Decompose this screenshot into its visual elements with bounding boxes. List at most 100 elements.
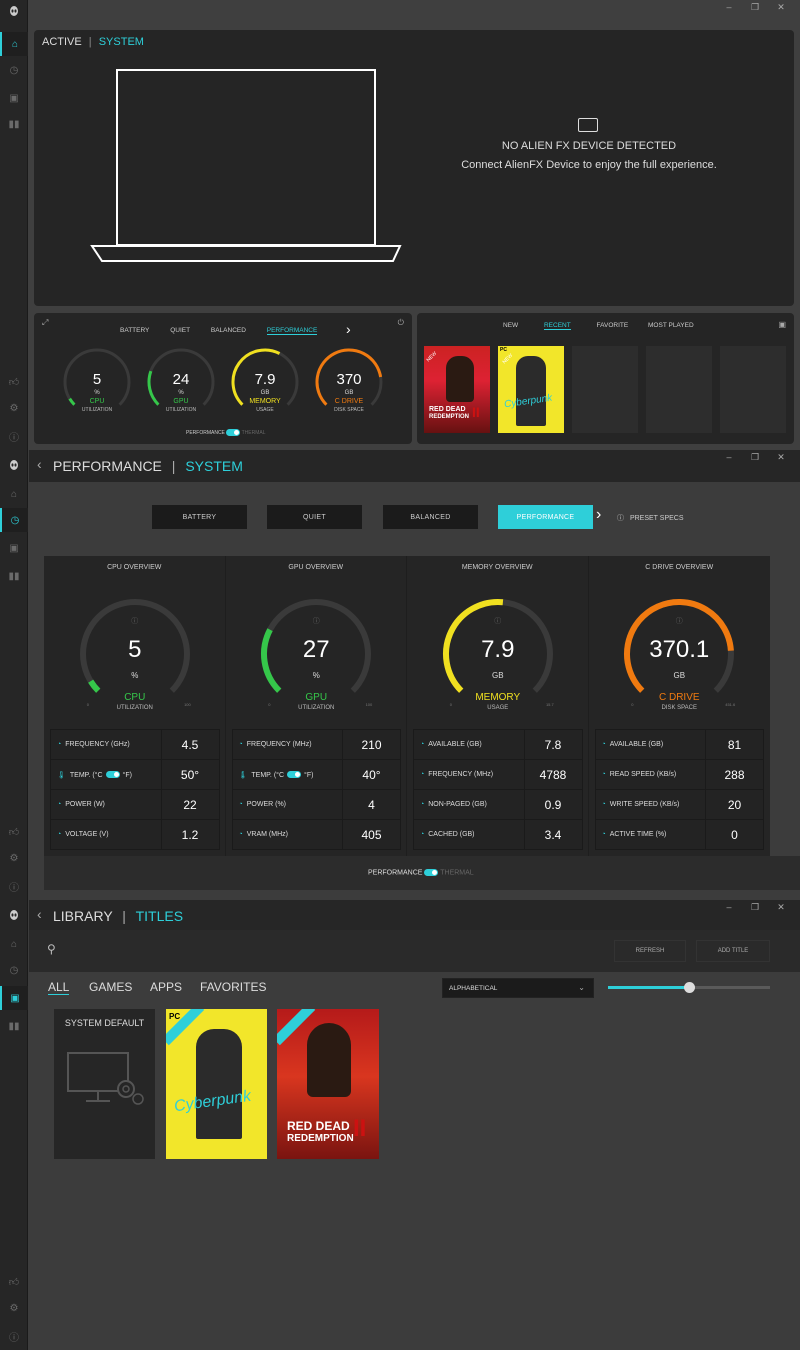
mode-performance-button[interactable]: PERFORMANCE bbox=[498, 505, 593, 529]
tab-new[interactable]: NEW bbox=[503, 322, 518, 329]
breadcrumb-performance[interactable]: PERFORMANCE bbox=[53, 458, 162, 474]
minimize-button[interactable]: – bbox=[724, 452, 734, 463]
tab-favorite[interactable]: FAVORITE bbox=[597, 322, 629, 329]
stat-icon: ◔ bbox=[420, 771, 425, 778]
gauge-name: CPU bbox=[124, 692, 146, 703]
power-icon[interactable]: ⏻ bbox=[398, 318, 404, 328]
cowboy-figure bbox=[446, 356, 474, 402]
library-icon[interactable]: ▣ bbox=[0, 86, 28, 110]
header-bar: ‹ LIBRARY | TITLES – ❐ ✕ bbox=[29, 900, 800, 930]
expand-icon[interactable]: ⤢ bbox=[42, 318, 48, 328]
tab-all[interactable]: ALL bbox=[48, 980, 70, 995]
library-widget: NEW RECENT FAVORITE MOST PLAYED ▣ NEW RE… bbox=[417, 313, 794, 444]
alien-logo-icon[interactable] bbox=[0, 454, 28, 478]
help-icon[interactable]: ⓘ bbox=[0, 1324, 28, 1348]
next-arrow-icon[interactable]: › bbox=[346, 321, 351, 337]
tab-games[interactable]: GAMES bbox=[89, 980, 132, 994]
system-default-tile[interactable]: SYSTEM DEFAULT bbox=[54, 1009, 155, 1159]
fusion-icon[interactable]: ▮▮ bbox=[0, 564, 28, 588]
settings-icon[interactable]: ⚙ bbox=[0, 846, 28, 870]
stat-icon: ◔ bbox=[601, 741, 606, 748]
minimize-button[interactable]: – bbox=[724, 2, 734, 13]
stat-label-unit: °F) bbox=[122, 771, 132, 779]
performance-thermal-toggle[interactable] bbox=[226, 429, 241, 436]
maximize-button[interactable]: ❐ bbox=[750, 902, 760, 913]
home-icon[interactable]: ⌂ bbox=[0, 932, 28, 956]
mode-quiet-button[interactable]: QUIET bbox=[267, 505, 362, 529]
tab-recent[interactable]: RECENT bbox=[543, 322, 571, 330]
stat-value: 40° bbox=[342, 759, 401, 790]
refresh-button[interactable]: REFRESH bbox=[614, 940, 686, 962]
stat-label: ◔ FREQUENCY (MHz) bbox=[231, 729, 343, 760]
gauge-info-icon: ⓘ bbox=[131, 618, 139, 625]
performance-icon[interactable]: ◷ bbox=[0, 958, 28, 982]
alien-logo-icon[interactable] bbox=[0, 904, 28, 928]
breadcrumb: PERFORMANCE | SYSTEM bbox=[53, 458, 243, 474]
tab-most-played[interactable]: MOST PLAYED bbox=[648, 322, 694, 329]
overview-header: GPU OVERVIEW bbox=[288, 564, 344, 571]
mode-battery-button[interactable]: BATTERY bbox=[152, 505, 247, 529]
performance-icon[interactable]: ◷ bbox=[0, 58, 28, 82]
slider-knob[interactable] bbox=[684, 982, 695, 993]
fusion-icon[interactable]: ▮▮ bbox=[0, 1014, 28, 1038]
performance-thermal-toggle[interactable] bbox=[424, 869, 439, 876]
close-button[interactable]: ✕ bbox=[776, 452, 786, 463]
next-arrow-icon[interactable]: › bbox=[596, 506, 601, 524]
unit-toggle[interactable] bbox=[287, 771, 302, 779]
stat-value: 22 bbox=[160, 789, 220, 820]
library-icon[interactable]: ▣ bbox=[0, 986, 28, 1010]
like-icon[interactable]: 👍︎ bbox=[0, 820, 28, 844]
tab-apps[interactable]: APPS bbox=[150, 980, 182, 994]
stats-row: ◔ ACTIVE TIME (%) 0 bbox=[594, 819, 764, 850]
preset-specs-link[interactable]: ⓘ PRESET SPECS bbox=[617, 513, 684, 523]
breadcrumb-system[interactable]: SYSTEM bbox=[99, 36, 144, 48]
sort-dropdown[interactable]: ALPHABETICAL ⌄ bbox=[442, 978, 594, 998]
game-tile-cyberpunk[interactable]: PC NEW Cyberpunk bbox=[498, 346, 564, 433]
game-tile-cyberpunk[interactable]: PC Cyberpunk bbox=[166, 1009, 267, 1159]
sidebar: ⌂ ◷ ▣ ▮▮ 👍︎ ⚙ ⓘ bbox=[0, 0, 28, 450]
tab-balanced[interactable]: BALANCED bbox=[211, 327, 246, 334]
tab-quiet[interactable]: QUIET bbox=[170, 327, 190, 334]
performance-icon[interactable]: ◷ bbox=[0, 508, 28, 532]
close-button[interactable]: ✕ bbox=[776, 902, 786, 913]
home-icon[interactable]: ⌂ bbox=[0, 32, 28, 56]
mode-balanced-button[interactable]: BALANCED bbox=[383, 505, 478, 529]
tab-battery[interactable]: BATTERY bbox=[120, 327, 149, 334]
close-button[interactable]: ✕ bbox=[776, 2, 786, 13]
breadcrumb-titles[interactable]: TITLES bbox=[136, 908, 183, 924]
minimize-button[interactable]: – bbox=[724, 902, 734, 913]
library-icon[interactable]: ▣ bbox=[0, 536, 28, 560]
tab-favorites[interactable]: FAVORITES bbox=[200, 980, 266, 994]
like-icon[interactable]: 👍︎ bbox=[0, 370, 28, 394]
stat-label: ◔ NON-PAGED (GB) bbox=[413, 789, 525, 820]
library-icon[interactable]: ▣ bbox=[778, 320, 786, 329]
maximize-button[interactable]: ❐ bbox=[750, 2, 760, 13]
search-icon[interactable]: ⚲ bbox=[47, 942, 56, 956]
empty-slot[interactable] bbox=[720, 346, 786, 433]
alien-logo-icon[interactable] bbox=[0, 0, 28, 24]
help-icon[interactable]: ⓘ bbox=[0, 874, 28, 898]
breadcrumb-system[interactable]: SYSTEM bbox=[185, 458, 243, 474]
add-title-button[interactable]: ADD TITLE bbox=[696, 940, 770, 962]
back-arrow-icon[interactable]: ‹ bbox=[37, 906, 42, 922]
like-icon[interactable]: 👍︎ bbox=[0, 1270, 28, 1294]
perf-mode-tabs: BATTERY QUIET BALANCED PERFORMANCE bbox=[120, 327, 318, 335]
empty-slot[interactable] bbox=[646, 346, 712, 433]
unit-toggle[interactable] bbox=[105, 771, 120, 779]
fusion-icon[interactable]: ▮▮ bbox=[0, 112, 28, 136]
maximize-button[interactable]: ❐ bbox=[750, 452, 760, 463]
game-tile-red-dead[interactable]: NEW RED DEAD REDEMPTION II bbox=[424, 346, 490, 433]
home-icon[interactable]: ⌂ bbox=[0, 482, 28, 506]
size-slider[interactable] bbox=[608, 982, 770, 993]
stat-icon: ◔ bbox=[238, 801, 243, 808]
settings-icon[interactable]: ⚙ bbox=[0, 396, 28, 420]
settings-icon[interactable]: ⚙ bbox=[0, 1296, 28, 1320]
breadcrumb-active[interactable]: ACTIVE bbox=[42, 36, 82, 48]
breadcrumb-library[interactable]: LIBRARY bbox=[53, 908, 112, 924]
help-icon[interactable]: ⓘ bbox=[0, 424, 28, 448]
tab-performance[interactable]: PERFORMANCE bbox=[266, 327, 318, 335]
gauge-sub: UTILIZATION bbox=[81, 407, 113, 413]
empty-slot[interactable] bbox=[572, 346, 638, 433]
game-tile-red-dead[interactable]: RED DEAD REDEMPTION II bbox=[277, 1009, 379, 1159]
back-arrow-icon[interactable]: ‹ bbox=[37, 456, 42, 472]
